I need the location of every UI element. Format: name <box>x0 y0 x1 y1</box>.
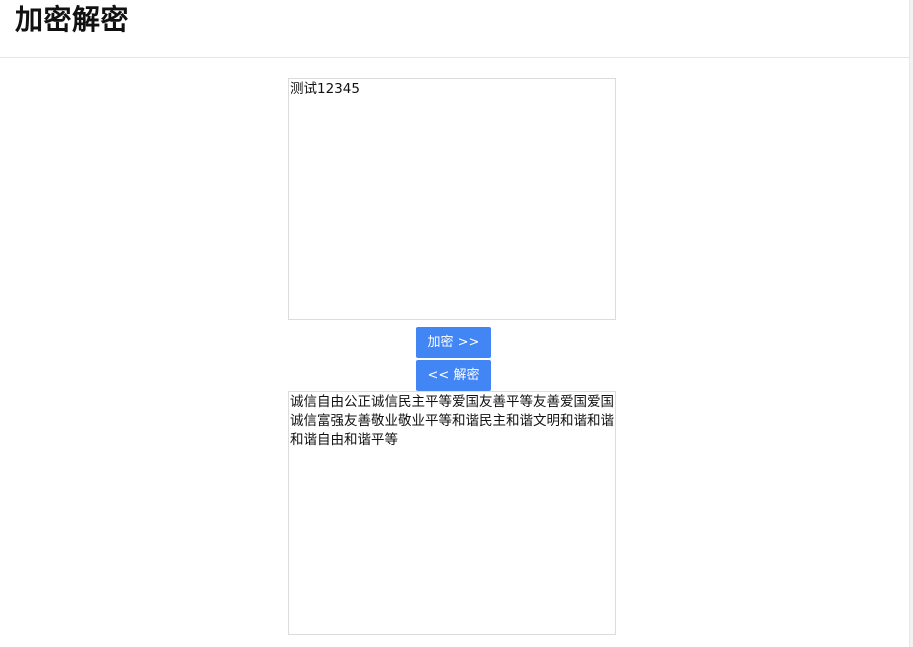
page-title: 加密解密 <box>15 3 130 36</box>
decrypt-button[interactable]: << 解密 <box>416 360 491 391</box>
encrypt-button[interactable]: 加密 >> <box>416 327 491 358</box>
plaintext-input[interactable]: 测试12345 <box>288 78 616 320</box>
page-scrollbar[interactable] <box>909 0 913 647</box>
header: 加密解密 <box>0 0 910 58</box>
ciphertext-input[interactable]: 诚信自由公正诚信民主平等爱国友善平等友善爱国爱国诚信富强友善敬业敬业平等和谐民主… <box>288 391 616 635</box>
page: 加密解密 测试12345 加密 >> << 解密 诚信自由公正诚信民主平等爱国友… <box>0 0 913 647</box>
